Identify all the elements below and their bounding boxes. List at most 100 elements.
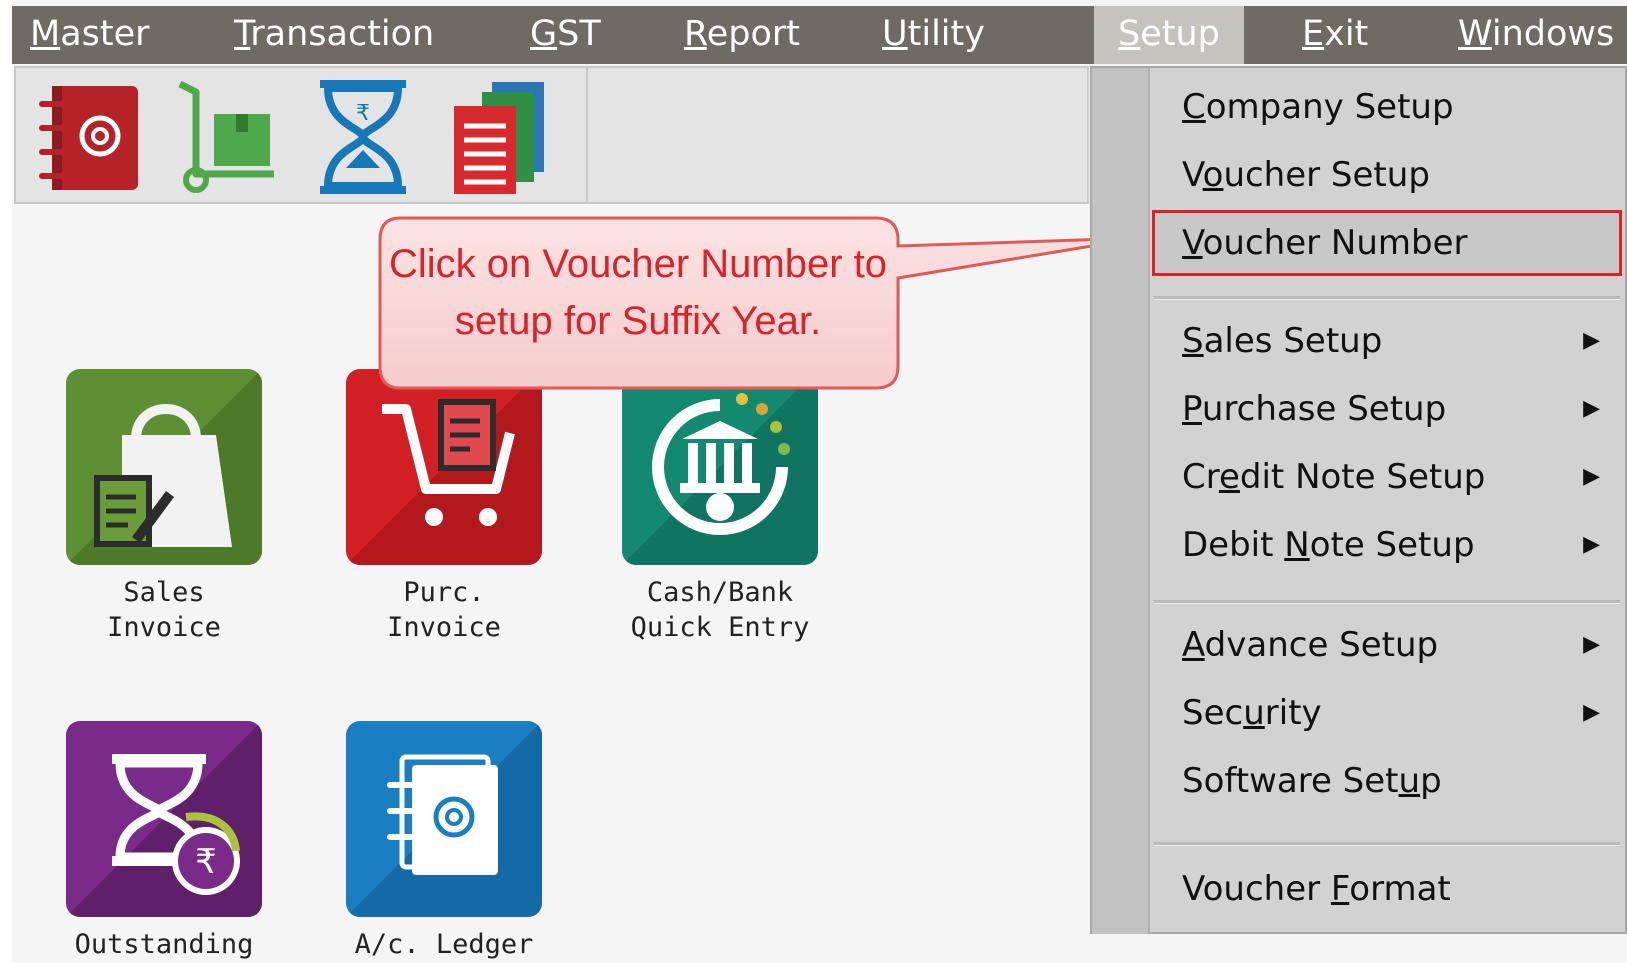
tile-label: Purc. Invoice bbox=[387, 577, 501, 643]
menu-gst[interactable]: GST bbox=[530, 6, 601, 64]
menu-label: tility bbox=[907, 14, 985, 54]
submenu-arrow-icon: ▶ bbox=[1583, 532, 1600, 557]
toolbar-divider bbox=[586, 68, 588, 204]
menu-item-voucher-format[interactable]: Voucher Format bbox=[1152, 856, 1622, 922]
item-label: Voucher bbox=[1182, 869, 1331, 909]
hand-truck-icon[interactable] bbox=[174, 78, 284, 196]
menu-master[interactable]: Master bbox=[30, 6, 150, 64]
cash-bank-quick-entry-tile[interactable]: Cash/Bank Quick Entry bbox=[622, 369, 818, 645]
tile-label: A/c. Ledger bbox=[354, 929, 534, 960]
menu-mnemonic: G bbox=[530, 14, 558, 54]
instruction-callout: Click on Voucher Number to setup for Suf… bbox=[378, 216, 1141, 392]
submenu-arrow-icon: ▶ bbox=[1583, 328, 1600, 353]
item-mnemonic: N bbox=[1284, 525, 1310, 565]
menu-mnemonic: S bbox=[1118, 14, 1141, 54]
menu-label: eport bbox=[706, 14, 801, 54]
hourglass-rupee-icon: ₹ bbox=[66, 721, 262, 917]
documents-stack-icon[interactable] bbox=[446, 78, 556, 196]
item-label: dvance Setup bbox=[1204, 625, 1439, 665]
menu-item-debit-note-setup[interactable]: Debit Note Setup ▶ bbox=[1152, 512, 1622, 578]
menu-windows[interactable]: Windows bbox=[1458, 6, 1614, 64]
menu-item-software-setup[interactable]: Software Setup bbox=[1152, 748, 1622, 814]
menu-mnemonic: M bbox=[30, 14, 61, 54]
item-label: oucher Number bbox=[1202, 223, 1468, 263]
item-mnemonic: S bbox=[1182, 321, 1204, 361]
menu-item-credit-note-setup[interactable]: Credit Note Setup ▶ bbox=[1152, 444, 1622, 510]
menu-item-company-setup[interactable]: Company Setup bbox=[1152, 74, 1622, 140]
menu-item-sales-setup[interactable]: Sales Setup ▶ bbox=[1152, 308, 1622, 374]
menu-bar: Master Transaction GST Report Utility Se… bbox=[12, 6, 1627, 64]
item-mnemonic: C bbox=[1182, 87, 1206, 127]
menu-mnemonic: T bbox=[234, 14, 251, 54]
sales-invoice-tile[interactable]: Sales Invoice bbox=[66, 369, 262, 645]
menu-item-voucher-number[interactable]: Voucher Number bbox=[1152, 210, 1622, 276]
left-edge bbox=[0, 0, 12, 963]
tile-label: Sales Invoice bbox=[107, 577, 221, 643]
menu-separator bbox=[1154, 296, 1620, 300]
submenu-arrow-icon: ▶ bbox=[1583, 396, 1600, 421]
menu-setup[interactable]: Setup bbox=[1094, 6, 1244, 64]
tile-label: Outstanding bbox=[74, 929, 254, 960]
shopping-cart-icon bbox=[346, 369, 542, 565]
toolbar: ₹ bbox=[14, 66, 1089, 204]
address-book-icon bbox=[346, 721, 542, 917]
purchase-invoice-tile[interactable]: Purc. Invoice bbox=[346, 369, 542, 645]
item-label: p bbox=[1420, 761, 1442, 801]
item-mnemonic: A bbox=[1182, 625, 1205, 665]
menu-label: etup bbox=[1140, 14, 1220, 54]
shopping-bag-icon bbox=[66, 369, 262, 565]
menu-report[interactable]: Report bbox=[684, 6, 800, 64]
menu-utility[interactable]: Utility bbox=[882, 6, 985, 64]
bank-icon bbox=[622, 369, 818, 565]
item-mnemonic: u bbox=[1398, 761, 1421, 801]
menu-item-voucher-setup[interactable]: Voucher Setup bbox=[1152, 142, 1622, 208]
address-book-icon[interactable] bbox=[34, 78, 144, 196]
ac-ledger-tile[interactable]: A/c. Ledger bbox=[346, 721, 542, 962]
menu-label: indows bbox=[1491, 14, 1615, 54]
menu-item-security[interactable]: Security ▶ bbox=[1152, 680, 1622, 746]
menu-mnemonic: W bbox=[1458, 14, 1492, 54]
item-mnemonic: P bbox=[1182, 389, 1202, 429]
item-label: ucher Setup bbox=[1223, 155, 1430, 195]
item-label: Software Set bbox=[1182, 761, 1399, 801]
menu-separator bbox=[1154, 600, 1620, 604]
menu-separator bbox=[1154, 842, 1620, 846]
item-mnemonic: F bbox=[1330, 869, 1350, 909]
menu-mnemonic: U bbox=[882, 14, 908, 54]
submenu-arrow-icon: ▶ bbox=[1583, 700, 1600, 725]
setup-dropdown-menu: Company Setup Voucher Setup Voucher Numb… bbox=[1090, 66, 1627, 934]
item-label: ote Setup bbox=[1309, 525, 1475, 565]
submenu-arrow-icon: ▶ bbox=[1583, 632, 1600, 657]
hourglass-rupee-icon[interactable]: ₹ bbox=[310, 78, 420, 196]
menu-exit[interactable]: Exit bbox=[1302, 6, 1368, 64]
menu-label: ST bbox=[557, 14, 601, 54]
item-label: Cr bbox=[1182, 457, 1219, 497]
outstanding-tile[interactable]: ₹ Outstanding bbox=[66, 721, 262, 962]
item-mnemonic: o bbox=[1202, 155, 1224, 195]
item-label: Debit bbox=[1182, 525, 1285, 565]
menu-mnemonic: E bbox=[1302, 14, 1325, 54]
item-label: ompany Setup bbox=[1205, 87, 1454, 127]
item-label: ales Setup bbox=[1203, 321, 1383, 361]
item-label: V bbox=[1182, 155, 1203, 195]
item-label: rity bbox=[1264, 693, 1322, 733]
menu-label: ransaction bbox=[250, 14, 435, 54]
submenu-arrow-icon: ▶ bbox=[1583, 464, 1600, 489]
item-label: urchase Setup bbox=[1201, 389, 1447, 429]
menu-item-purchase-setup[interactable]: Purchase Setup ▶ bbox=[1152, 376, 1622, 442]
item-mnemonic: e bbox=[1218, 457, 1240, 497]
menu-transaction[interactable]: Transaction bbox=[234, 6, 434, 64]
svg-text:₹: ₹ bbox=[356, 101, 370, 126]
menu-gutter bbox=[1092, 68, 1150, 934]
item-label: dit Note Setup bbox=[1239, 457, 1486, 497]
svg-text:₹: ₹ bbox=[195, 842, 217, 882]
item-mnemonic: V bbox=[1182, 223, 1203, 263]
menu-label: xit bbox=[1324, 14, 1369, 54]
menu-item-advance-setup[interactable]: Advance Setup ▶ bbox=[1152, 612, 1622, 678]
menu-label: aster bbox=[60, 14, 150, 54]
tile-label: Cash/Bank Quick Entry bbox=[630, 577, 810, 643]
menu-mnemonic: R bbox=[684, 14, 707, 54]
item-label: Sec bbox=[1182, 693, 1244, 733]
item-mnemonic: u bbox=[1243, 693, 1265, 733]
item-label: ormat bbox=[1349, 869, 1451, 909]
